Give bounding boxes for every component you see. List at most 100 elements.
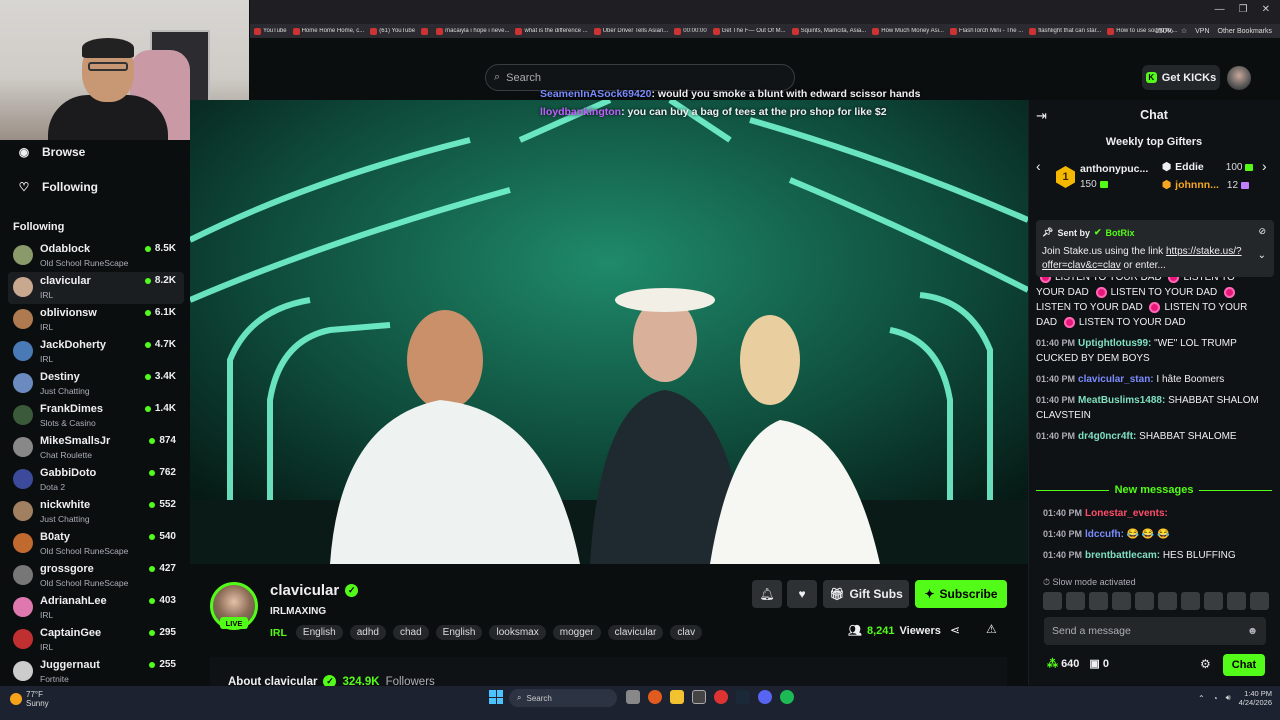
pinned-message[interactable]: 📌︎ Sent by ✔ BotRix Join Stake.us using … xyxy=(1036,220,1274,277)
emote[interactable] xyxy=(1066,592,1085,610)
bookmark-item[interactable]: Get The F— Out Of M... xyxy=(712,27,786,35)
gear-icon[interactable]: ⚙ xyxy=(1200,657,1211,671)
gift-subs-button[interactable]: 🎁︎ Gift Subs xyxy=(823,580,909,608)
sidebar-channel-oblivionsw[interactable]: oblivionsw IRL 6.1K xyxy=(8,304,184,336)
tag-chip[interactable]: clav xyxy=(670,625,703,640)
emote[interactable] xyxy=(1043,592,1062,610)
video-player[interactable] xyxy=(190,100,1028,564)
gifter-2[interactable]: ⬢ Eddie 100 xyxy=(1162,161,1254,173)
bookmark-item[interactable]: Home Home Home, c... xyxy=(292,27,364,35)
bookmark-item[interactable]: what is the difference ... xyxy=(515,27,588,35)
sidebar-channel-jackdoherty[interactable]: JackDoherty IRL 4.7K xyxy=(8,336,184,368)
emote[interactable] xyxy=(1204,592,1223,610)
streamer-name[interactable]: clavicular ✓ xyxy=(270,582,359,599)
clock[interactable]: 1:40 PM 4/24/2026 xyxy=(1239,689,1272,707)
nav-browse[interactable]: ◉ Browse xyxy=(18,145,86,159)
zoom-indicator[interactable]: 150% xyxy=(1155,28,1173,35)
category-link[interactable]: IRL xyxy=(270,627,287,639)
vpn-badge[interactable]: VPN xyxy=(1195,28,1209,35)
chat-username[interactable]: brentbattlecam: xyxy=(1085,550,1160,561)
firefox-icon[interactable] xyxy=(648,690,662,704)
file-explorer-icon[interactable] xyxy=(670,690,684,704)
emote[interactable] xyxy=(1112,592,1131,610)
bookmark-item[interactable]: Uber Driver Tells Asian... xyxy=(593,27,668,35)
new-messages-divider[interactable]: New messages xyxy=(1036,484,1273,496)
chat-username[interactable]: Lonestar_events: xyxy=(1085,508,1168,519)
sidebar-channel-frankdimes[interactable]: FrankDimes Slots & Casino 1.4K xyxy=(8,400,184,432)
share-icon[interactable]: ⋖ xyxy=(950,623,960,637)
sidebar-channel-adrianahlee[interactable]: AdrianahLee IRL 403 xyxy=(8,592,184,624)
minimize-icon[interactable]: — xyxy=(1215,4,1225,15)
sidebar-channel-grossgore[interactable]: grossgore Old School RuneScape 427 xyxy=(8,560,184,592)
weather-widget[interactable]: 77°F Sunny xyxy=(10,690,49,708)
sidebar-channel-destiny[interactable]: Destiny Just Chatting 3.4K xyxy=(8,368,184,400)
sidebar-channel-gabbidoto[interactable]: GabbiDoto Dota 2 762 xyxy=(8,464,184,496)
chevron-right-icon[interactable]: › xyxy=(1262,158,1267,174)
tag-chip[interactable]: clavicular xyxy=(607,625,664,640)
emote[interactable] xyxy=(1181,592,1200,610)
star-icon[interactable]: ☆ xyxy=(1181,27,1187,35)
tag-chip[interactable]: looksmax xyxy=(489,625,546,640)
app-icon[interactable] xyxy=(692,690,706,704)
tag-chip[interactable]: English xyxy=(435,625,483,640)
sidebar-channel-b0aty[interactable]: B0aty Old School RuneScape 540 xyxy=(8,528,184,560)
tag-chip[interactable]: adhd xyxy=(349,625,386,640)
sidebar-channel-mikesmallsjr[interactable]: MikeSmallsJr Chat Roulette 874 xyxy=(8,432,184,464)
bookmark-item[interactable]: (61) YouTube xyxy=(370,27,415,35)
emote[interactable] xyxy=(1227,592,1246,610)
bookmark-item[interactable]: YouTube xyxy=(254,27,287,35)
close-icon[interactable]: ✕ xyxy=(1262,4,1270,15)
sidebar-channel-odablock[interactable]: Odablock Old School RuneScape 8.5K xyxy=(8,240,184,272)
notification-bell-button[interactable]: 🔔︎ xyxy=(752,580,782,608)
subscribe-button[interactable]: ✦ Subscribe xyxy=(915,580,1007,608)
chat-username[interactable]: ldccufh: xyxy=(1085,529,1124,540)
maximize-icon[interactable]: ❐ xyxy=(1239,4,1248,15)
bookmark-item[interactable]: flashlight that can star... xyxy=(1029,27,1101,35)
chat-send-button[interactable]: Chat xyxy=(1223,654,1265,676)
unpin-icon[interactable]: ⊘ xyxy=(1258,226,1266,237)
chevron-down-icon[interactable]: ⌄ xyxy=(1258,250,1266,261)
taskbar-search[interactable]: ⌕ Search xyxy=(509,689,617,707)
tag-chip[interactable]: chad xyxy=(392,625,429,640)
chat-username[interactable]: MeatBuslims1488: xyxy=(1078,395,1165,406)
network-icon[interactable]: ◔ xyxy=(1213,694,1218,703)
gifter-1-name[interactable]: anthonypuc... xyxy=(1080,163,1148,175)
bookmark-item[interactable]: 00:00:00 xyxy=(674,27,707,35)
spotify-icon[interactable] xyxy=(780,690,794,704)
get-kicks-button[interactable]: K Get KICKs xyxy=(1142,65,1220,90)
emote[interactable] xyxy=(1089,592,1108,610)
sidebar-channel-captaingee[interactable]: CaptainGee IRL 295 xyxy=(8,624,184,656)
sidebar-channel-juggernaut[interactable]: Juggernaut Fortnite 255 xyxy=(8,656,184,688)
bookmark-item[interactable]: Squints, Mamcita, Asia... xyxy=(791,27,866,35)
sidebar-channel-clavicular[interactable]: clavicular IRL 8.2K xyxy=(8,272,184,304)
bookmark-item[interactable]: FlashTorch Mini - The ... xyxy=(949,27,1023,35)
chat-username[interactable]: clavicular_stan: xyxy=(1078,374,1154,385)
volume-icon[interactable]: 🔊︎ xyxy=(1226,693,1231,703)
search-input[interactable]: ⌕ Search xyxy=(485,64,795,91)
emote[interactable] xyxy=(1158,592,1177,610)
app-icon[interactable] xyxy=(714,690,728,704)
report-icon[interactable]: ⚠ xyxy=(986,622,997,636)
chat-input[interactable]: Send a message ☻ xyxy=(1044,617,1266,645)
emote[interactable] xyxy=(1135,592,1154,610)
windows-start-icon[interactable] xyxy=(489,690,503,704)
sidebar-channel-nickwhite[interactable]: nickwhite Just Chatting 552 xyxy=(8,496,184,528)
bookmark-item[interactable]: macaiyla i hope i neve... xyxy=(436,27,509,35)
nav-following[interactable]: ♡ Following xyxy=(18,180,98,194)
discord-icon[interactable] xyxy=(758,690,772,704)
steam-icon[interactable] xyxy=(736,690,750,704)
user-avatar[interactable] xyxy=(1227,66,1251,90)
gifter-3[interactable]: ⬢ johnnn... 12 xyxy=(1162,179,1250,191)
tag-chip[interactable]: English xyxy=(295,625,343,640)
emoji-icon[interactable]: ☻ xyxy=(1247,625,1258,637)
chevron-left-icon[interactable]: ‹ xyxy=(1036,158,1041,174)
other-bookmarks[interactable]: Other Bookmarks xyxy=(1218,28,1272,35)
chevron-up-icon[interactable]: ⌃ xyxy=(1198,694,1205,703)
bookmark-item[interactable] xyxy=(421,27,430,35)
chat-username[interactable]: dr4g0ncr4ft: xyxy=(1078,431,1136,442)
chat-username[interactable]: Uptightlotus99: xyxy=(1078,338,1151,349)
emote[interactable] xyxy=(1250,592,1269,610)
task-view-icon[interactable] xyxy=(626,690,640,704)
tag-chip[interactable]: mogger xyxy=(552,625,601,640)
bookmark-item[interactable]: How Much Money Asi... xyxy=(872,27,944,35)
